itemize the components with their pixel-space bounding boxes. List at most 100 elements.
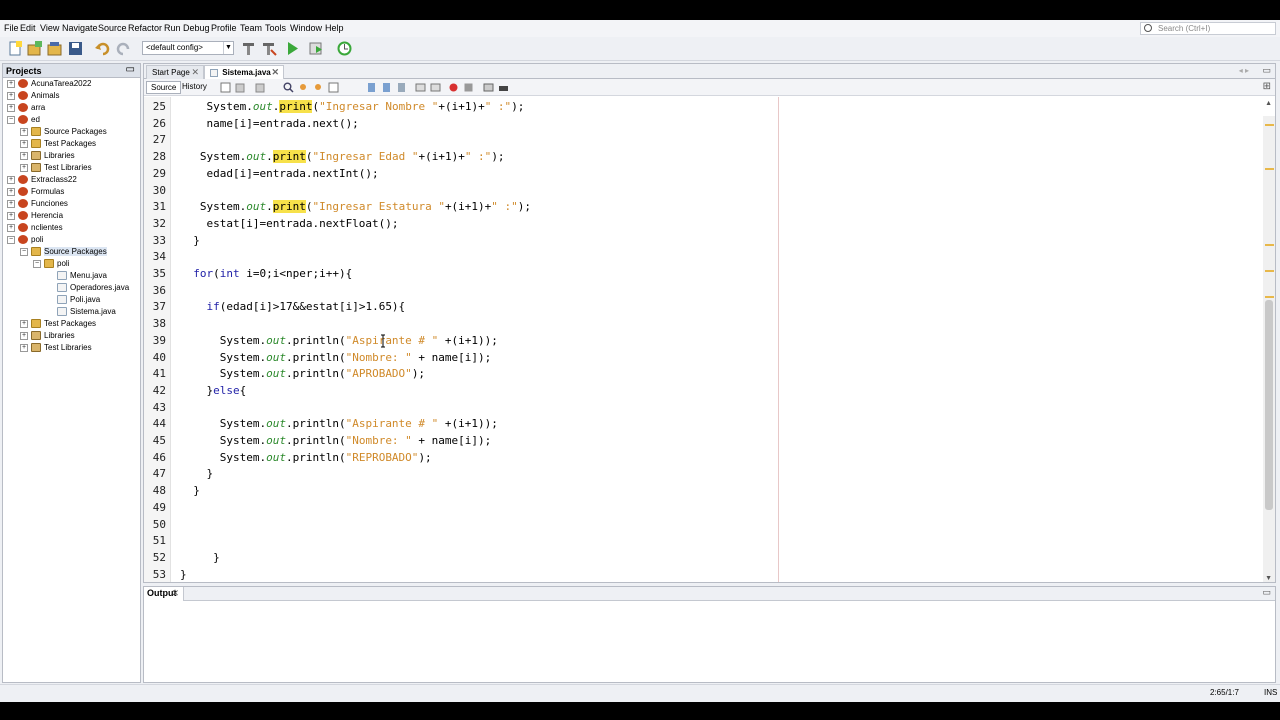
debug-icon[interactable] [308,40,325,57]
tree-item[interactable]: − poli [7,234,43,246]
code-area[interactable]: System.out.print("Ingresar Nombre "+(i+1… [172,97,1262,582]
redo-icon[interactable] [115,40,132,57]
shift-left-icon[interactable] [415,82,426,93]
scroll-down-icon[interactable]: ▼ [1265,575,1272,582]
expand-icon[interactable]: + [20,319,28,328]
last-edit-icon[interactable] [220,82,231,93]
clean-build-icon[interactable] [260,40,277,57]
close-icon[interactable]: ✕ [271,66,279,79]
save-all-icon[interactable] [67,40,84,57]
scrollbar-thumb[interactable] [1265,300,1273,510]
tab-sistema-java[interactable]: Sistema.java ✕ [204,65,284,79]
comment-icon[interactable] [483,82,494,93]
close-icon[interactable]: ✕ [171,587,179,600]
tree-item[interactable]: Sistema.java [46,306,116,318]
prev-bookmark-icon[interactable] [366,82,377,93]
stop-macro-icon[interactable] [463,82,474,93]
tree-item[interactable]: + Test Packages [20,318,96,330]
new-file-icon[interactable] [7,40,24,57]
scroll-tabs-icon[interactable]: ◂ ▸ [1239,66,1249,75]
tree-item[interactable]: + Funciones [7,198,68,210]
tree-item[interactable]: + Extraclass22 [7,174,77,186]
new-project-icon[interactable] [26,40,43,57]
expand-icon[interactable]: + [7,91,15,100]
expand-icon[interactable]: + [7,79,15,88]
config-select[interactable]: <default config> ▼ [142,41,234,55]
tree-item[interactable]: + Test Libraries [20,342,92,354]
start-macro-icon[interactable] [448,82,459,93]
tree-item[interactable]: − Source Packages [20,246,107,258]
tree-item[interactable]: + Test Libraries [20,162,92,174]
undo-icon[interactable] [94,40,111,57]
expand-icon[interactable]: + [7,175,15,184]
close-icon[interactable]: ✕ [191,66,199,79]
menu-item[interactable]: Source [98,23,127,33]
collapse-icon[interactable]: − [20,247,28,256]
tab-start-page[interactable]: Start Page ✕ [146,65,204,79]
build-icon[interactable] [240,40,257,57]
shift-right-icon[interactable] [430,82,441,93]
tree-item[interactable]: + Source Packages [20,126,107,138]
menu-item[interactable]: Navigate [62,23,98,33]
projects-tab[interactable]: Projects ▭ [3,64,140,78]
search-input[interactable]: Search (Ctrl+I) [1140,22,1276,35]
expand-icon[interactable]: + [7,103,15,112]
open-project-icon[interactable] [46,40,63,57]
menu-item[interactable]: Window [290,23,322,33]
expand-icon[interactable]: + [20,127,28,136]
forward-icon[interactable] [255,82,266,93]
tree-item[interactable]: + Libraries [20,150,75,162]
next-bookmark-icon[interactable] [381,82,392,93]
tree-item[interactable]: + arra [7,102,45,114]
expand-icon[interactable]: + [20,163,28,172]
split-editor-icon[interactable]: ⊞ [1263,81,1271,92]
uncomment-icon[interactable] [498,82,509,93]
tree-item[interactable]: Menu.java [46,270,107,282]
minimize-icon[interactable]: ▭ [1262,587,1271,598]
menu-item[interactable]: Debug [183,23,210,33]
tree-item[interactable]: + Animals [7,90,59,102]
menu-item[interactable]: Team [240,23,262,33]
tree-item[interactable]: + Test Packages [20,138,96,150]
tree-item[interactable]: − ed [7,114,40,126]
collapse-icon[interactable]: − [7,235,15,244]
tree-item[interactable]: − poli [33,258,69,270]
back-icon[interactable] [235,82,246,93]
toggle-bookmark-icon[interactable] [396,82,407,93]
collapse-icon[interactable]: − [7,115,15,124]
menu-item[interactable]: File [4,23,19,33]
menu-item[interactable]: Tools [265,23,286,33]
expand-icon[interactable]: + [20,343,28,352]
menu-item[interactable]: Edit [20,23,36,33]
tree-item[interactable]: + Formulas [7,186,64,198]
minimize-icon[interactable]: ▭ [126,64,135,75]
collapse-icon[interactable]: − [33,259,41,268]
run-icon[interactable] [284,40,301,57]
menu-item[interactable]: Refactor [128,23,162,33]
expand-icon[interactable]: + [7,199,15,208]
expand-icon[interactable]: + [7,187,15,196]
menu-item[interactable]: Run [164,23,181,33]
history-button[interactable]: History [178,81,211,94]
expand-icon[interactable]: + [7,211,15,220]
tree-item[interactable]: + Libraries [20,330,75,342]
expand-icon[interactable]: + [20,151,28,160]
source-button[interactable]: Source [146,81,182,94]
menu-item[interactable]: View [40,23,59,33]
find-icon[interactable] [283,82,294,93]
find-prev-icon[interactable] [298,82,309,93]
tree-item[interactable]: + nclientes [7,222,63,234]
window-menu-icon[interactable]: ▭ [1262,65,1271,76]
toggle-highlight-icon[interactable] [328,82,339,93]
menu-item[interactable]: Profile [211,23,237,33]
expand-icon[interactable]: + [20,331,28,340]
tree-item[interactable]: Operadores.java [46,282,129,294]
expand-icon[interactable]: + [20,139,28,148]
tree-item[interactable]: + AcunaTarea2022 [7,78,92,90]
tree-item[interactable]: + Herencia [7,210,63,222]
profile-icon[interactable] [336,40,353,57]
menu-item[interactable]: Help [325,23,344,33]
scroll-up-icon[interactable]: ▲ [1265,100,1272,107]
tree-item[interactable]: Poli.java [46,294,100,306]
output-tab[interactable]: Output ✕ [144,587,184,601]
